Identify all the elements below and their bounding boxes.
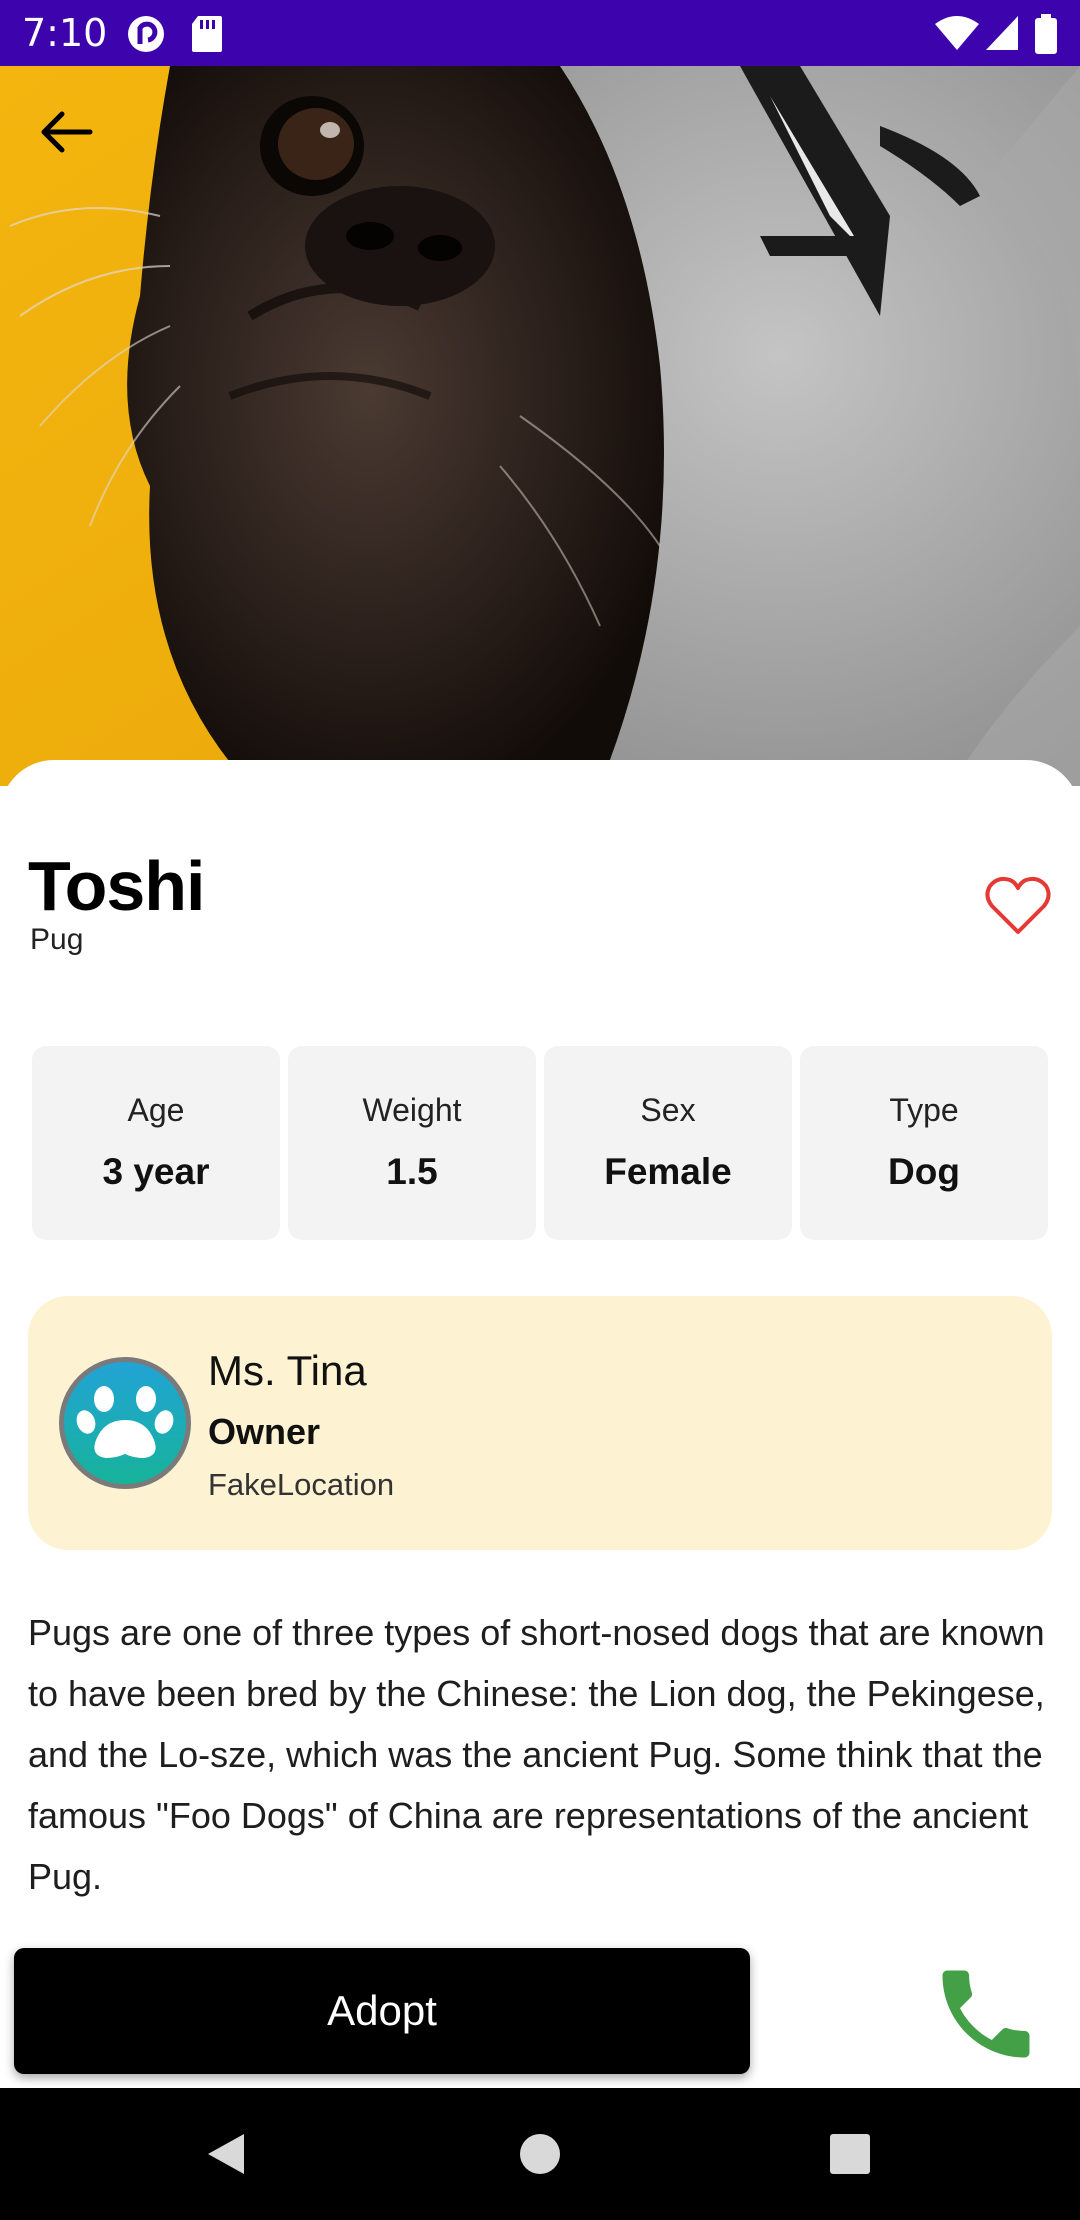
battery-icon (1034, 14, 1058, 59)
home-circle-icon[interactable] (518, 2132, 562, 2181)
owner-card[interactable]: Ms. Tina Owner FakeLocation (28, 1296, 1052, 1550)
stat-card-sex: Sex Female (544, 1046, 792, 1240)
wifi-icon (934, 14, 980, 57)
stat-value: Female (604, 1151, 732, 1192)
stat-card-age: Age 3 year (32, 1046, 280, 1240)
back-button[interactable] (30, 96, 102, 168)
arrow-left-icon (41, 111, 93, 153)
owner-location: FakeLocation (208, 1467, 395, 1502)
stat-value: Dog (888, 1151, 960, 1192)
stat-card-type: Type Dog (800, 1046, 1048, 1240)
navigation-bar (0, 2088, 1080, 2220)
heart-outline-icon (985, 876, 1051, 934)
pet-detail-screen: 7:10 Toshi Pug Age 3 year Weight 1.5 Sex… (0, 0, 1080, 2220)
pet-description: Pugs are one of three types of short-nos… (28, 1612, 1045, 1897)
pet-stats: Age 3 year Weight 1.5 Sex Female Type Do… (32, 1046, 1048, 1240)
favorite-button[interactable] (982, 870, 1054, 942)
stat-label: Sex (640, 1092, 696, 1128)
call-button[interactable] (928, 1956, 1044, 2072)
owner-avatar (56, 1354, 194, 1492)
stat-label: Type (889, 1092, 959, 1128)
cellular-signal-icon (984, 14, 1020, 57)
stat-value: 1.5 (386, 1151, 438, 1192)
paw-icon (59, 1357, 191, 1489)
owner-name: Ms. Tina (208, 1347, 367, 1394)
back-triangle-icon[interactable] (204, 2132, 248, 2181)
stat-value: 3 year (102, 1151, 210, 1192)
owner-role: Owner (208, 1411, 321, 1452)
pet-breed: Pug (30, 923, 84, 956)
stat-card-weight: Weight 1.5 (288, 1046, 536, 1240)
status-time: 7:10 (22, 11, 108, 55)
stat-label: Weight (362, 1092, 462, 1128)
pocket-casts-icon (126, 14, 166, 59)
pet-name: Toshi (28, 847, 205, 925)
sd-card-icon (190, 14, 224, 59)
pet-details-sheet: Toshi Pug Age 3 year Weight 1.5 Sex Fema… (0, 760, 1080, 2090)
adopt-button[interactable]: Adopt (14, 1948, 750, 2074)
recents-square-icon[interactable] (828, 2132, 872, 2181)
stat-label: Age (127, 1092, 185, 1128)
status-bar: 7:10 (0, 0, 1080, 66)
phone-icon (942, 1970, 1030, 2058)
pet-photo (0, 66, 1080, 786)
